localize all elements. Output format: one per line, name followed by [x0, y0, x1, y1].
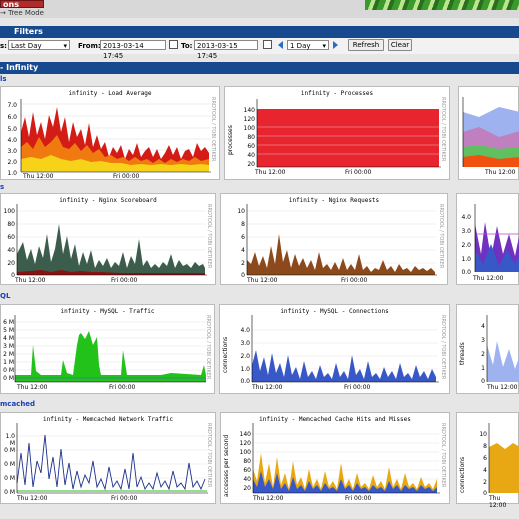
from-input[interactable]: 2013-03-14 17:45 [100, 40, 166, 60]
section-title-memcached: mcached [0, 400, 36, 408]
mysql-traffic-plot [14, 315, 206, 383]
clear-button[interactable]: Clear [388, 39, 412, 51]
preset-label: s: [0, 42, 7, 50]
graph-load-average[interactable]: infinity - Load Average RRDTOOL / TOBI O… [0, 86, 220, 180]
top-bar: ons → Tree Mode [0, 0, 519, 18]
graph-nginx-scoreboard[interactable]: infinity - Nginx Scoreboard RRDTOOL / TO… [0, 193, 216, 285]
to-input[interactable]: 2013-03-15 17:45 [194, 40, 258, 60]
host-header: - Infinity [0, 62, 519, 74]
shift-right-icon[interactable] [333, 41, 338, 49]
refresh-button[interactable]: Refresh [348, 39, 384, 51]
decorative-banner [365, 0, 519, 10]
partial-plot-4 [488, 423, 519, 493]
graph-mysql-connections[interactable]: infinity - MySQL - Connections RRDTOOL /… [219, 304, 450, 394]
chevron-down-icon: ▾ [322, 42, 326, 50]
x-tick: Thu 12:00 [485, 169, 516, 176]
graph-memcached-network[interactable]: infinity - Memcached Network Traffic RRD… [0, 412, 216, 504]
processes-plot [256, 99, 441, 168]
load-average-plot [20, 99, 211, 173]
filters-row: s: Last Day ▾ From: 2013-03-14 17:45 To: … [0, 38, 519, 60]
x-tick: Thu 12:00 [473, 275, 504, 282]
partial-plot-2 [474, 204, 519, 272]
to-label: To: [181, 42, 193, 50]
calendar-icon[interactable] [263, 40, 272, 49]
host-title: - Infinity [0, 63, 39, 72]
memcached-hits-plot [252, 423, 440, 494]
graph-mysql-traffic[interactable]: infinity - MySQL - Traffic RRDTOOL / TOB… [0, 304, 215, 394]
preset-select[interactable]: Last Day ▾ [8, 40, 70, 50]
section-title-system: ls [0, 75, 7, 83]
from-label: From: [78, 42, 101, 50]
mysql-connections-plot [251, 315, 439, 383]
nginx-requests-plot [246, 204, 437, 276]
tab-current[interactable]: ons [0, 0, 44, 9]
tree-mode-link[interactable]: → Tree Mode [0, 9, 44, 17]
graph-partial-3[interactable]: threads 4 3 2 1 0 Thu 12:00 [456, 304, 519, 394]
section-title-mysql: QL [0, 292, 11, 300]
calendar-icon[interactable] [169, 40, 178, 49]
graph-processes[interactable]: infinity - Processes RRDTOOL / TOBI OETI… [224, 86, 450, 180]
preset-value: Last Day [11, 42, 42, 50]
shift-left-icon[interactable] [278, 41, 283, 49]
partial-plot-1 [462, 97, 519, 167]
nginx-scoreboard-plot [16, 204, 207, 276]
graph-partial-4[interactable]: connections 10 8 6 4 2 0 Thu 12:00 [456, 412, 519, 509]
filters-header: Filters [0, 26, 519, 38]
memcached-network-plot [16, 423, 208, 494]
graph-partial-2[interactable]: 4.0 3.0 2.0 1.0 0.0 Thu 12:00 [456, 193, 519, 285]
chevron-down-icon: ▾ [63, 42, 67, 50]
graph-partial-1[interactable]: Thu 12:00 [458, 86, 519, 180]
shift-select[interactable]: 1 Day ▾ [287, 40, 329, 50]
section-title-nginx: s [0, 183, 5, 191]
shift-value: 1 Day [290, 42, 311, 50]
partial-plot-3 [486, 315, 519, 382]
filters-title: Filters [14, 27, 43, 36]
x-tick: Thu 12:00 [489, 495, 507, 509]
graph-memcached-hits[interactable]: infinity - Memcached Cache Hits and Miss… [220, 412, 450, 504]
graph-nginx-requests[interactable]: infinity - Nginx Requests RRDTOOL / TOBI… [220, 193, 448, 285]
x-tick: Thu 12:00 [487, 384, 518, 391]
